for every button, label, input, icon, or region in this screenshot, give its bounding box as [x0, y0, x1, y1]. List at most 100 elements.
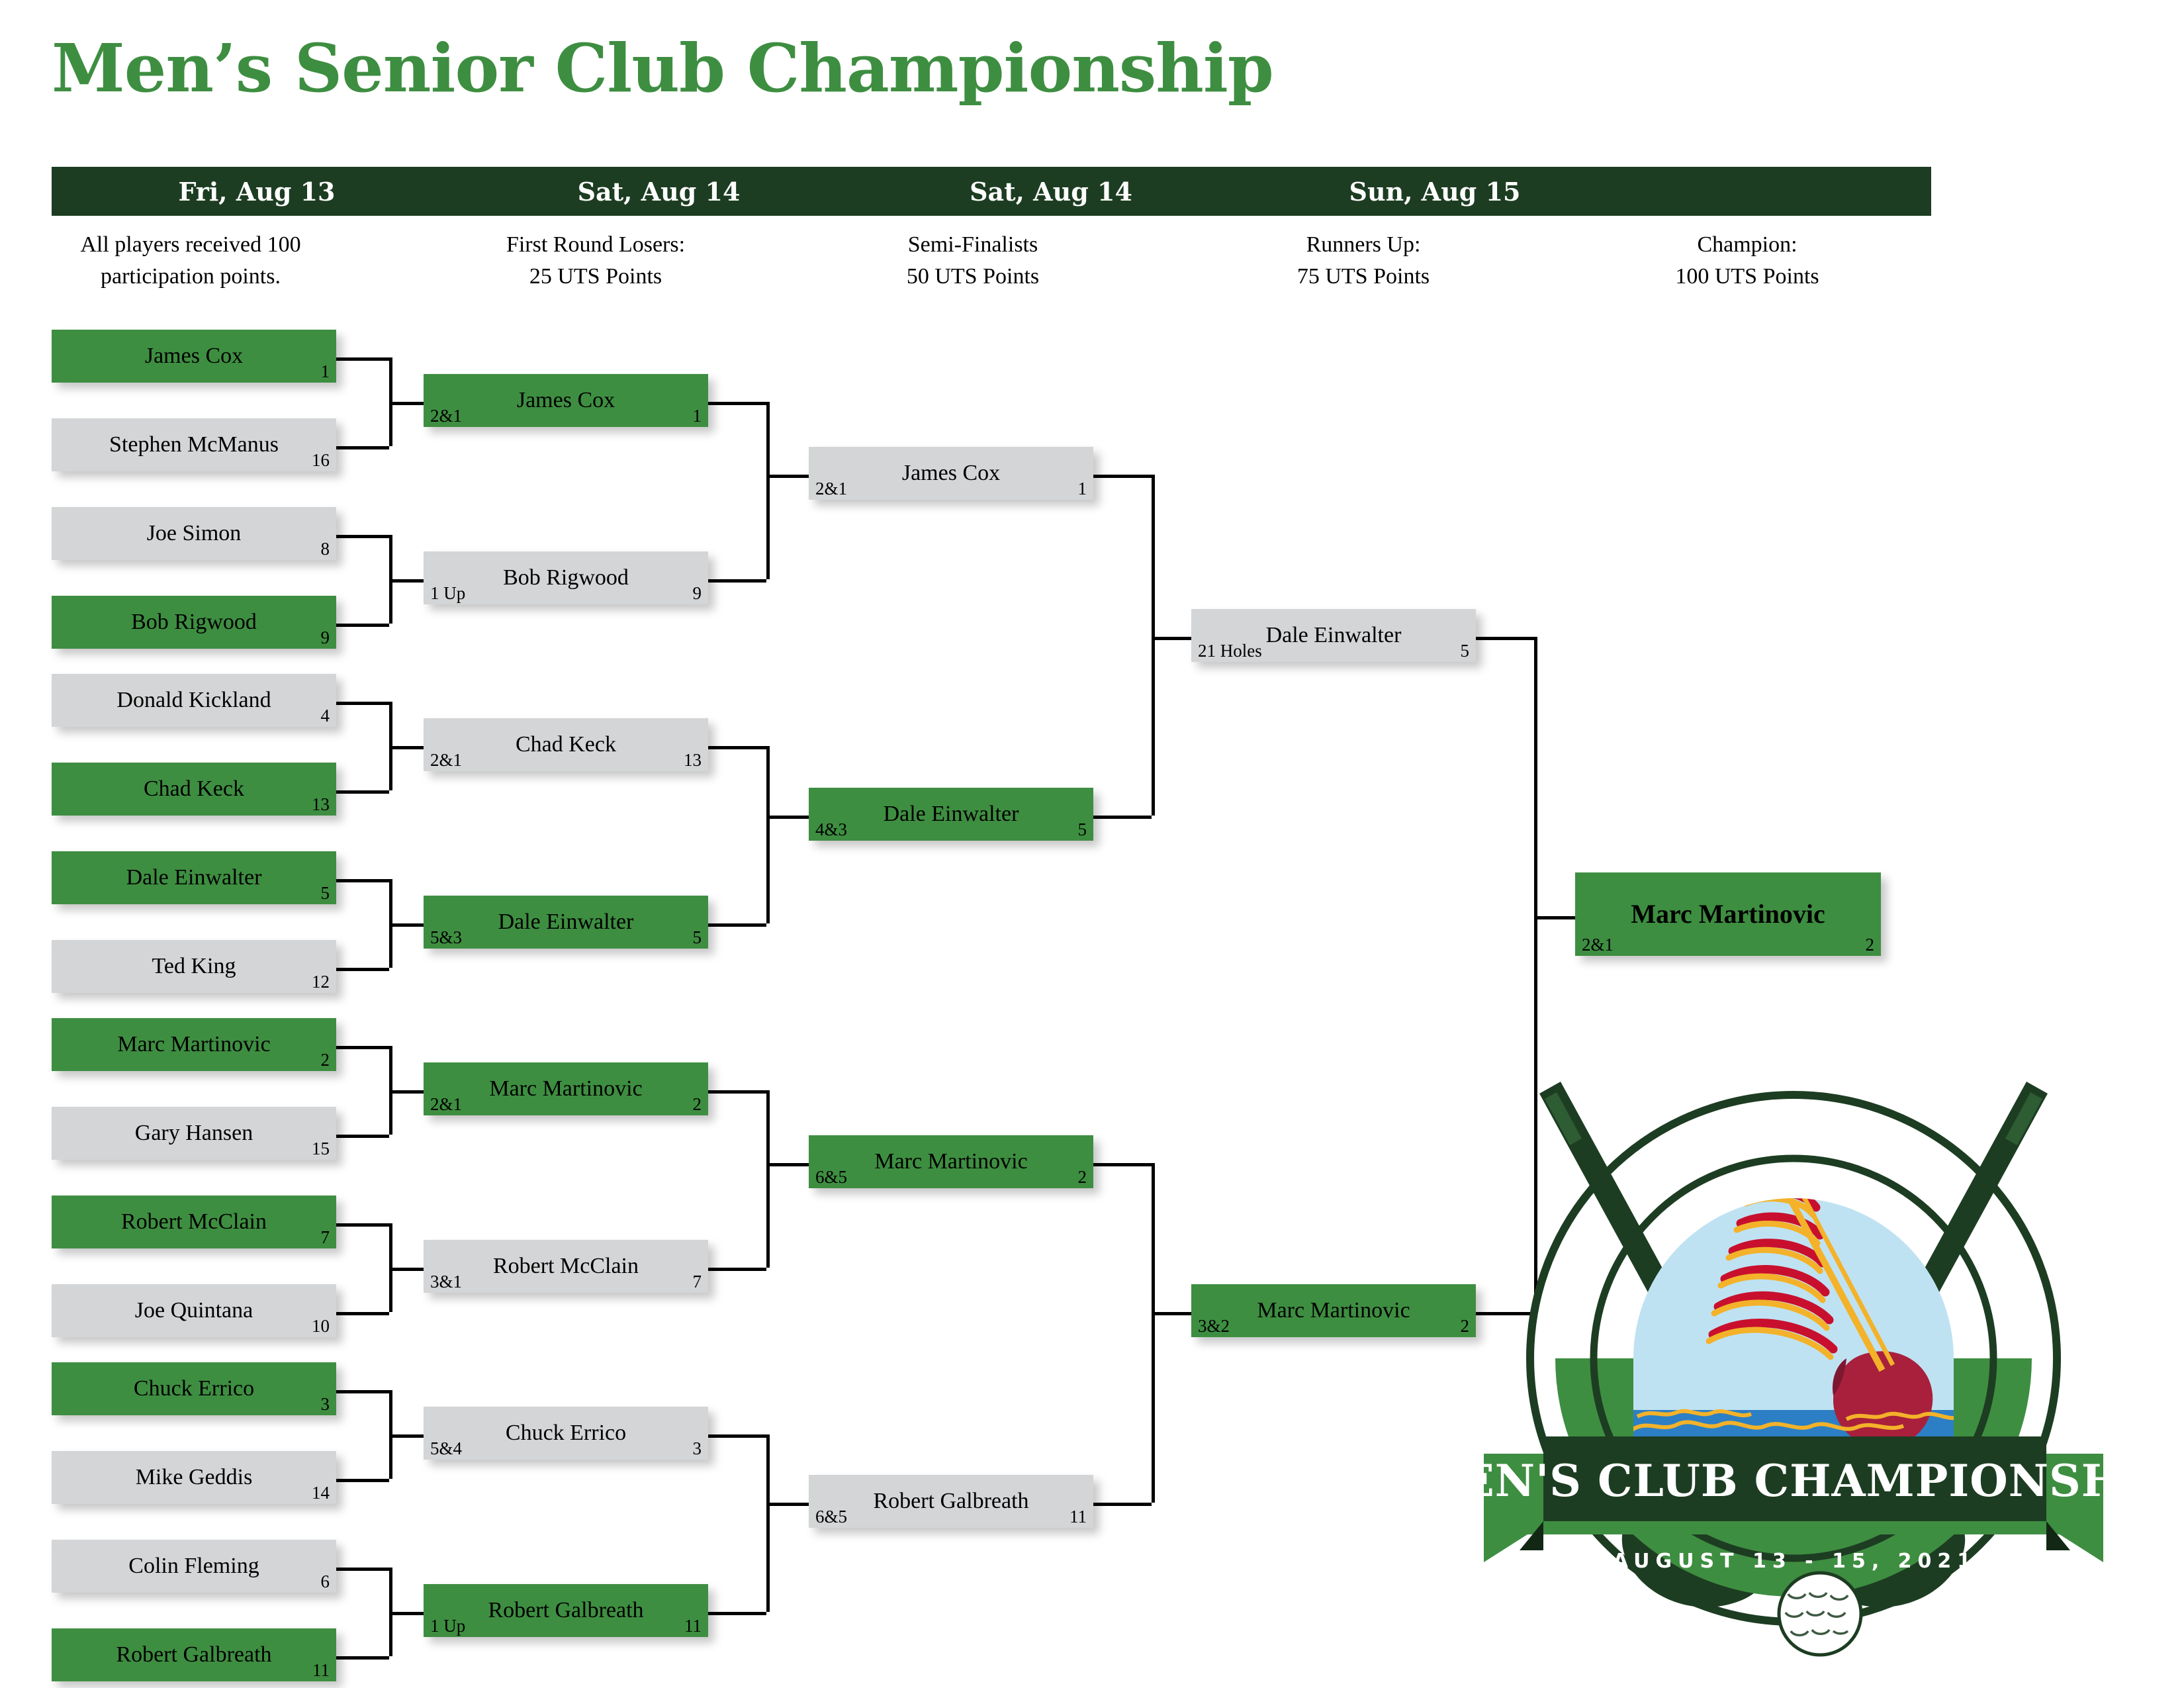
round3-slot-3[interactable]: Marc Martinovic 2 6&5 [809, 1135, 1093, 1188]
r2r3-0-feed [766, 474, 809, 478]
r1r2-2-stub-bottom [336, 790, 389, 794]
player-name: Marc Martinovic [1257, 1298, 1410, 1323]
round1-slot-16[interactable]: Robert Galbreath 11 [52, 1628, 336, 1681]
r1r2-0-stub-bottom [336, 445, 389, 449]
r2r3-0-riser [766, 401, 770, 579]
round4-slot-2[interactable]: Marc Martinovic 2 3&2 [1191, 1284, 1476, 1337]
date-header-sun: Sun, Aug 15 [1349, 176, 1521, 207]
r1r2-2-stub-top [336, 701, 389, 705]
match-score: 4&3 [815, 820, 848, 839]
caption-round-2-line1: First Round Losers: [506, 232, 686, 257]
player-seed: 2 [1077, 1167, 1087, 1187]
logo-date-text: AUGUST 13 - 15, 2021 [1613, 1550, 1977, 1573]
round2-slot-8[interactable]: Robert Galbreath 11 1 Up [424, 1584, 708, 1637]
r3r4-1-stub-bottom [1093, 1502, 1152, 1506]
player-seed: 11 [1069, 1507, 1087, 1526]
caption-round-4-line2: 75 UTS Points [1297, 264, 1430, 289]
r1r2-3-feed [389, 923, 424, 927]
player-seed: 11 [684, 1616, 702, 1636]
r1r2-7-stub-bottom [336, 1656, 389, 1660]
r2r3-2-stub-bottom [708, 1267, 766, 1271]
round2-slot-4[interactable]: Dale Einwalter 5 5&3 [424, 896, 708, 949]
player-name: Donald Kickland [116, 688, 271, 712]
match-score: 5&3 [430, 927, 463, 947]
round1-slot-8[interactable]: Ted King 12 [52, 940, 336, 993]
player-seed: 6 [320, 1571, 330, 1591]
match-score: 1 Up [430, 1616, 466, 1636]
r1r2-1-feed [389, 579, 424, 583]
player-name: Gary Hansen [134, 1121, 253, 1145]
caption-champion: Champion: 100 UTS Points [1575, 229, 1919, 293]
round1-slot-2[interactable]: Stephen McManus 16 [52, 418, 336, 471]
r1r2-3-stub-top [336, 878, 389, 882]
champion-slot[interactable]: Marc Martinovic 2 2&1 [1575, 872, 1881, 956]
round2-slot-6[interactable]: Robert McClain 7 3&1 [424, 1240, 708, 1293]
player-seed: 5 [320, 883, 330, 903]
player-name: Marc Martinovic [117, 1032, 271, 1056]
round3-slot-4[interactable]: Robert Galbreath 11 6&5 [809, 1475, 1093, 1528]
round1-slot-4[interactable]: Bob Rigwood 9 [52, 596, 336, 649]
r1r2-0-stub-top [336, 357, 389, 361]
round1-slot-5[interactable]: Donald Kickland 4 [52, 674, 336, 727]
match-score: 2&1 [430, 750, 463, 770]
player-seed: 11 [312, 1660, 330, 1680]
player-name: Ted King [152, 954, 236, 978]
player-seed: 14 [312, 1483, 330, 1503]
round1-slot-13[interactable]: Chuck Errico 3 [52, 1362, 336, 1415]
caption-round-1-line1: All players received 100 [80, 232, 301, 257]
r2r3-1-stub-bottom [708, 923, 766, 927]
player-name: Robert Galbreath [873, 1489, 1029, 1513]
round1-slot-1[interactable]: James Cox 1 [52, 330, 336, 383]
player-name: Bob Rigwood [131, 610, 257, 634]
round1-slot-14[interactable]: Mike Geddis 14 [52, 1451, 336, 1504]
player-seed: 15 [312, 1139, 330, 1158]
player-seed: 1 [1077, 479, 1087, 498]
round4-slot-1[interactable]: Dale Einwalter 5 21 Holes [1191, 609, 1476, 662]
caption-round-1: All players received 100 participation po… [19, 229, 363, 293]
page-title: Men’s Senior Club Championship [52, 29, 1274, 107]
r2r3-2-stub-top [708, 1090, 766, 1094]
round1-slot-7[interactable]: Dale Einwalter 5 [52, 851, 336, 904]
round1-slot-15[interactable]: Colin Fleming 6 [52, 1540, 336, 1593]
round1-slot-10[interactable]: Gary Hansen 15 [52, 1107, 336, 1160]
r1r2-5-stub-bottom [336, 1311, 389, 1315]
caption-round-3-line2: 50 UTS Points [906, 264, 1040, 289]
round1-slot-9[interactable]: Marc Martinovic 2 [52, 1018, 336, 1071]
logo-banner-text: MEN'S CLUB CHAMPIONSHIP [1476, 1455, 2111, 1507]
round2-slot-3[interactable]: Chad Keck 13 2&1 [424, 718, 708, 771]
round2-slot-7[interactable]: Chuck Errico 3 5&4 [424, 1407, 708, 1460]
r3r4-0-feed [1152, 636, 1191, 640]
round2-slot-2[interactable]: Bob Rigwood 9 1 Up [424, 551, 708, 604]
r3r4-0-stub-bottom [1093, 815, 1152, 819]
round3-slot-2[interactable]: Dale Einwalter 5 4&3 [809, 788, 1093, 841]
round1-slot-12[interactable]: Joe Quintana 10 [52, 1284, 336, 1337]
r1r2-4-stub-bottom [336, 1134, 389, 1138]
r3r4-0-stub-top [1093, 474, 1152, 478]
player-seed: 2 [320, 1050, 330, 1070]
round1-slot-3[interactable]: Joe Simon 8 [52, 507, 336, 560]
player-name: Robert McClain [492, 1254, 639, 1278]
r2r3-2-feed [766, 1162, 809, 1166]
round2-slot-5[interactable]: Marc Martinovic 2 2&1 [424, 1062, 708, 1115]
player-seed: 4 [320, 706, 330, 726]
player-name: Chuck Errico [133, 1376, 255, 1401]
r1r2-7-stub-top [336, 1567, 389, 1571]
round1-slot-11[interactable]: Robert McClain 7 [52, 1196, 336, 1248]
player-name: Robert Galbreath [116, 1642, 272, 1667]
player-name: Mike Geddis [135, 1465, 253, 1489]
r2r3-3-riser [766, 1434, 770, 1612]
player-seed: 3 [320, 1394, 330, 1414]
round3-slot-1[interactable]: James Cox 1 2&1 [809, 447, 1093, 500]
date-header-sat2: Sat, Aug 14 [970, 176, 1132, 207]
r1r2-5-feed [389, 1267, 424, 1271]
player-name: Marc Martinovic [1631, 899, 1825, 929]
round2-slot-1[interactable]: James Cox 1 2&1 [424, 374, 708, 427]
r3r4-1-riser [1152, 1162, 1155, 1503]
caption-champion-line1: Champion: [1697, 232, 1797, 257]
round1-slot-6[interactable]: Chad Keck 13 [52, 763, 336, 816]
player-seed: 8 [320, 539, 330, 559]
player-name: Chad Keck [515, 732, 616, 757]
r3r4-0-riser [1152, 474, 1155, 816]
match-score: 3&1 [430, 1272, 463, 1291]
r2r3-3-stub-bottom [708, 1611, 766, 1615]
